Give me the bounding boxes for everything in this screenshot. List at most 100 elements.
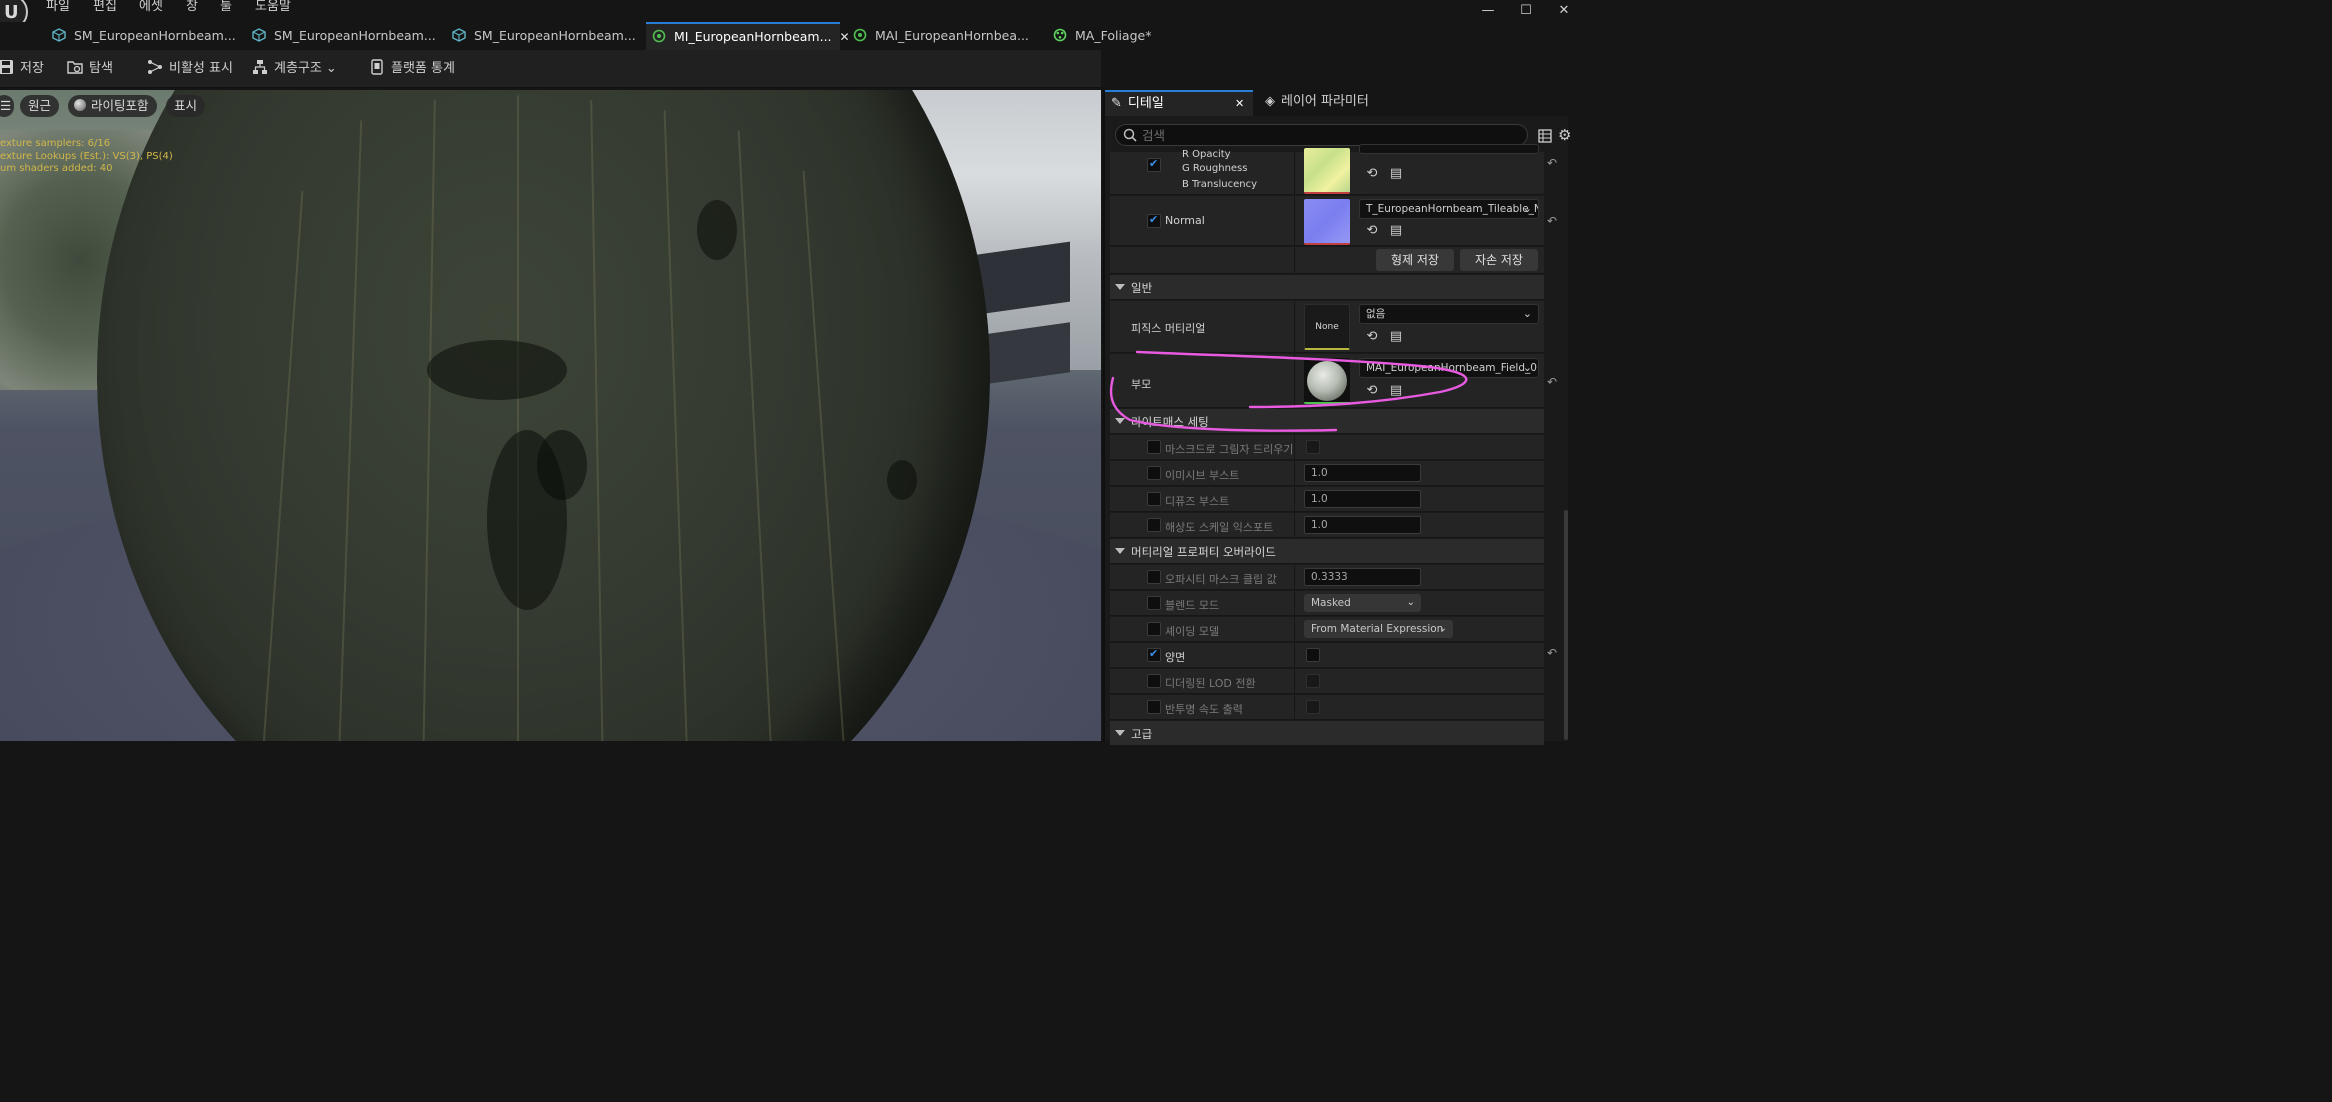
tab-sm-1[interactable]: SM_EuropeanHornbeam... [52,22,236,50]
diffuse-boost-field[interactable]: 1.0 [1304,490,1421,508]
emissive-boost-field[interactable]: 1.0 [1304,464,1421,482]
browse-asset-icon[interactable]: ▤ [1389,167,1403,181]
hide-inactive-label: 비활성 표시 [169,61,233,76]
menu-asset[interactable]: 에셋 [139,0,163,16]
stats-line: exture Lookups (Est.): VS(3), PS(4) [0,150,173,162]
parent-label: 부모 [1131,378,1152,391]
settings-gear-icon[interactable]: ⚙ [1558,126,1571,144]
menu-tools[interactable]: 툴 [220,0,232,16]
mask-texture-dropdown[interactable] [1359,144,1539,154]
cast-shadow-masked-checkbox[interactable] [1306,440,1320,454]
menu-help[interactable]: 도움말 [255,0,291,16]
menu-window[interactable]: 창 [186,0,198,16]
property-label: 셰이딩 모델 [1165,625,1220,638]
opacity-mask-clip-field[interactable]: 0.3333 [1304,568,1421,586]
blend-mode-combo[interactable]: Masked ⌄ [1304,594,1421,612]
use-selected-asset-icon[interactable]: ⟲ [1365,167,1379,181]
save-button[interactable]: 저장 [0,59,44,79]
tab-sm-3[interactable]: SM_EuropeanHornbeam... [452,22,636,50]
menu-file[interactable]: 파일 [46,0,70,16]
close-details-tab-icon[interactable]: ✕ [1235,92,1244,116]
reset-to-default-icon[interactable]: ↶ [1547,157,1559,169]
shading-model-combo[interactable]: From Material Expression ⌄ [1304,620,1453,638]
lit-mode-button[interactable]: 라이팅포함 [68,95,157,117]
override-checkbox[interactable] [1147,570,1161,584]
maximize-icon[interactable]: ☐ [1514,2,1538,20]
override-checkbox[interactable] [1147,492,1161,506]
menu-edit[interactable]: 편집 [93,0,117,16]
override-checkbox[interactable] [1147,596,1161,610]
phys-material-thumbnail[interactable]: None [1304,304,1350,350]
dithered-lod-checkbox[interactable] [1306,674,1320,688]
show-button[interactable]: 표시 [166,95,206,117]
minimize-icon[interactable]: — [1476,2,1500,20]
override-checkbox[interactable] [1147,518,1161,532]
close-window-icon[interactable]: ✕ [1552,2,1576,20]
lightmass-row: 디퓨즈 부스트 1.0 [1110,487,1544,512]
panel-scrollbar[interactable] [1564,510,1568,740]
hierarchy-dropdown[interactable]: 계층구조 ⌄ [252,59,337,79]
use-selected-asset-icon[interactable]: ⟲ [1365,224,1379,238]
parent-thumbnail[interactable] [1304,358,1350,404]
phys-material-label: 피직스 머티리얼 [1131,322,1206,335]
override-row: 오파시티 마스크 클립 값 0.3333 [1110,565,1544,590]
viewport-menu-icon[interactable]: ☰ [0,95,14,117]
override-row: 반투명 속도 출력 [1110,695,1544,720]
section-overrides-label: 머티리얼 프로퍼티 오버라이드 [1131,545,1276,559]
tab-sm-2[interactable]: SM_EuropeanHornbeam... [252,22,436,50]
tab-mi-active[interactable]: MI_EuropeanHornbeam... ✕ [646,22,850,50]
tab-ma-foliage[interactable]: MA_Foliage* [1053,22,1151,50]
override-checkbox[interactable] [1147,647,1161,662]
section-overrides[interactable]: 머티리얼 프로퍼티 오버라이드 [1110,539,1544,564]
hide-inactive-button[interactable]: 비활성 표시 [147,59,233,79]
section-general[interactable]: 일반 [1110,275,1544,300]
property-label: 마스크드로 그림자 드리우기 [1165,443,1294,456]
table-view-icon[interactable] [1538,129,1552,143]
search-input[interactable] [1142,126,1512,144]
tab-layer-params-label: 레이어 파라미터 [1281,94,1369,109]
browse-label: 탐색 [89,61,113,76]
use-selected-asset-icon[interactable]: ⟲ [1365,330,1379,344]
normal-texture-value: T_EuropeanHornbeam_Tileable_N [1366,203,1539,215]
tab-details[interactable]: ✎ 디테일 ✕ [1105,90,1253,116]
normal-checkbox[interactable] [1147,213,1161,228]
override-checkbox[interactable] [1147,466,1161,480]
override-checkbox[interactable] [1147,700,1161,714]
override-checkbox[interactable] [1147,622,1161,636]
mask-texture-thumbnail[interactable] [1304,148,1350,194]
tab-mai[interactable]: MAI_EuropeanHornbea... [853,22,1029,50]
reset-to-default-icon[interactable]: ↶ [1547,647,1559,659]
browse-asset-icon[interactable]: ▤ [1389,330,1403,344]
browse-asset-icon[interactable]: ▤ [1389,384,1403,398]
export-resolution-scale-field[interactable]: 1.0 [1304,516,1421,534]
translucent-velocity-checkbox[interactable] [1306,700,1320,714]
section-advanced[interactable]: 고급 [1110,721,1544,746]
platform-stats-button[interactable]: 플랫폼 통계 [369,59,455,79]
save-sibling-button[interactable]: 형제 저장 [1376,249,1454,271]
shading-model-value: From Material Expression [1311,623,1444,635]
use-selected-asset-icon[interactable]: ⟲ [1365,384,1379,398]
phys-material-dropdown[interactable]: 없음 ⌄ [1359,304,1539,324]
override-checkbox[interactable] [1147,674,1161,688]
perspective-button[interactable]: 원근 [20,95,60,117]
mask-texture-row: R Opacity G Roughness B Translucency ⟲ ▤ [1110,144,1544,195]
reset-to-default-icon[interactable]: ↶ [1547,215,1559,227]
blend-mode-value: Masked [1311,597,1351,609]
material-preview-viewport[interactable]: ☰ 원근 라이팅포함 표시 exture samplers: 6/16 extu… [0,90,1101,741]
browse-button[interactable]: 탐색 [67,59,113,79]
close-tab-icon[interactable]: ✕ [840,30,850,44]
two-sided-checkbox[interactable] [1306,648,1320,662]
browse-asset-icon[interactable]: ▤ [1389,224,1403,238]
override-checkbox[interactable] [1147,440,1161,454]
save-child-button[interactable]: 자손 저장 [1460,249,1538,271]
channel-b-label: B Translucency [1182,179,1257,190]
normal-texture-dropdown[interactable]: T_EuropeanHornbeam_Tileable_N ⌄ [1359,199,1539,219]
tab-layer-parameters[interactable]: ◈ 레이어 파라미터 [1265,90,1369,116]
document-tab-bar: SM_EuropeanHornbeam... SM_EuropeanHornbe… [0,22,1568,50]
mask-texture-checkbox[interactable] [1147,157,1161,172]
chevron-down-icon: ⌄ [1522,361,1532,374]
section-lightmass[interactable]: 라이트매스 세팅 [1110,409,1544,434]
reset-to-default-icon[interactable]: ↶ [1547,376,1559,388]
normal-texture-thumbnail[interactable] [1304,199,1350,245]
parent-dropdown[interactable]: MAI_EuropeanHornbeam_Field_0 ⌄ [1359,358,1539,378]
